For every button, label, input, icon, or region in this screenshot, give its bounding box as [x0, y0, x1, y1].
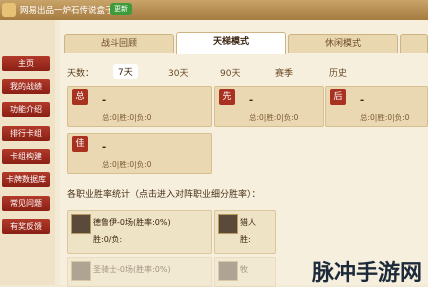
sidebar-item-ranked-decks[interactable]: 排行卡组	[2, 126, 50, 141]
mode-tabs: 战斗回顾 天梯模式 休闲模式	[64, 32, 428, 54]
rank-card-second: 后 - 总:0|胜:0|负:0	[325, 86, 428, 127]
day-option-30[interactable]: 30天	[168, 66, 188, 79]
day-option-7[interactable]: 7天	[113, 64, 138, 79]
rank-stat: 总:0|胜:0|负:0	[249, 113, 299, 122]
sidebar-item-card-database[interactable]: 卡牌数据库	[2, 172, 50, 187]
class-name: 德鲁伊-0场(胜率:0%)	[93, 218, 171, 227]
class-name: 牧	[240, 265, 248, 274]
tab-more[interactable]	[400, 34, 428, 53]
section-title: 各职业胜率统计（点击进入对阵职业细分胜率）：	[67, 190, 261, 200]
class-name: 猎人	[240, 218, 256, 227]
tab-ranked-mode[interactable]: 天梯模式	[176, 32, 286, 54]
top-bar: 网易出品一炉石传说盒子 更新	[0, 0, 428, 20]
watermark: 脉冲手游网	[311, 261, 422, 286]
class-name: 圣骑士-0场(胜率:0%)	[93, 265, 171, 274]
badge-best: 佳	[72, 136, 88, 152]
class-item-paladin[interactable]: 圣骑士-0场(胜率:0%)	[67, 257, 212, 287]
rank-card-total: 总 - 总:0|胜:0|负:0	[67, 86, 212, 127]
sidebar-item-faq[interactable]: 常见问题	[2, 196, 50, 211]
sidebar-item-deck-builder[interactable]: 卡组构建	[2, 149, 50, 164]
sidebar: 主页 我的战绩 功能介绍 排行卡组 卡组构建 卡牌数据库 常见问题 有奖反馈	[0, 20, 55, 285]
badge-second: 后	[330, 89, 346, 105]
class-item-hunter[interactable]: 猎人 胜:	[214, 210, 276, 254]
day-option-history[interactable]: 历史	[329, 66, 347, 79]
sidebar-item-home[interactable]: 主页	[2, 56, 50, 71]
tab-casual-mode[interactable]: 休闲模式	[288, 34, 398, 53]
paladin-class-icon	[71, 261, 91, 281]
class-item-priest[interactable]: 牧	[214, 257, 276, 287]
rank-card-first: 先 - 总:0|胜:0|负:0	[214, 86, 324, 127]
day-option-90[interactable]: 90天	[220, 66, 240, 79]
badge-total: 总	[72, 89, 88, 105]
days-label: 天数：	[67, 69, 95, 79]
class-record: 胜:	[240, 235, 251, 244]
rank-value: -	[102, 95, 107, 106]
rank-stat: 总:0|胜:0|负:0	[360, 113, 410, 122]
rank-value: -	[102, 142, 107, 153]
sidebar-item-feedback[interactable]: 有奖反馈	[2, 219, 50, 234]
rank-value: -	[360, 95, 365, 106]
day-option-season[interactable]: 赛季	[275, 66, 293, 79]
hunter-class-icon	[218, 214, 238, 234]
class-item-druid[interactable]: 德鲁伊-0场(胜率:0%) 胜:0/负:	[67, 210, 212, 254]
druid-class-icon	[71, 214, 91, 234]
rank-stat: 总:0|胜:0|负:0	[102, 113, 152, 122]
update-badge[interactable]: 更新	[110, 3, 132, 15]
tab-battle-review[interactable]: 战斗回顾	[64, 34, 174, 53]
rank-value: -	[249, 95, 254, 106]
app-title: 网易出品一炉石传说盒子	[20, 6, 114, 16]
app-logo-icon	[2, 3, 16, 17]
sidebar-item-my-record[interactable]: 我的战绩	[2, 79, 50, 94]
class-record: 胜:0/负:	[93, 235, 123, 244]
priest-class-icon	[218, 261, 238, 281]
rank-stat: 总:0|胜:0|负:0	[102, 160, 152, 169]
rank-card-best: 佳 - 总:0|胜:0|负:0	[67, 133, 212, 174]
badge-first: 先	[219, 89, 235, 105]
sidebar-item-features[interactable]: 功能介绍	[2, 102, 50, 117]
